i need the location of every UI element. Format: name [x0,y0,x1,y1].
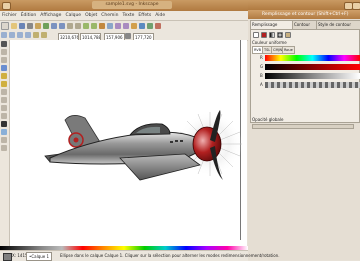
save-icon[interactable] [19,23,25,29]
ellipse-tool-icon[interactable] [1,73,7,79]
select-all-icon[interactable] [1,32,7,38]
flip-horizontal-icon[interactable] [17,32,23,38]
pen-tool-icon[interactable] [1,105,7,111]
pencil-tool-icon[interactable] [1,97,7,103]
text-icon[interactable] [139,23,145,29]
export-icon[interactable] [43,23,49,29]
zoom-tool-icon[interactable] [1,57,7,63]
channel-b-slider[interactable] [265,73,360,79]
ungroup-icon[interactable] [123,23,129,29]
paint-mode-buttons [252,31,312,38]
status-message: Ellipse dans le calque Calque 1. Cliquer… [60,253,280,258]
copy-icon[interactable] [67,23,73,29]
dock-window-bar [248,0,360,10]
zoom-out-icon[interactable] [91,23,97,29]
menu-affichage[interactable]: Affichage [38,11,63,20]
paste-icon[interactable] [75,23,81,29]
channel-g-slider[interactable] [265,64,360,70]
fill-stroke-icon[interactable] [131,23,137,29]
tab-stroke-style[interactable]: Style de contour [316,20,360,29]
channel-r-label: R [260,55,263,60]
open-folder-icon[interactable] [11,23,17,29]
channel-b-label: B [260,73,263,78]
menu-chemin[interactable]: Chemin [99,11,120,20]
no-paint-icon[interactable] [253,32,259,38]
menu-aide[interactable]: Aide [153,11,167,20]
zoom-fit-icon[interactable] [99,23,105,29]
lock-ratio-icon[interactable] [125,33,131,39]
zoom-in-icon[interactable] [83,23,89,29]
radial-gradient-icon[interactable] [277,32,283,38]
new-document-icon[interactable] [1,22,9,30]
menu-fichier[interactable]: Fichier [0,11,19,20]
dock-title: Remplissage et contour (Shift+Ctrl+F) [248,10,360,19]
menu-edition[interactable]: Édition [19,11,39,20]
menubar: Fichier Édition Affichage Calque Objet Chemin… [0,11,248,21]
rotate-90-icon[interactable] [9,32,15,38]
tail-insignia-center [73,137,79,143]
import-icon[interactable] [35,23,41,29]
text-tool-icon[interactable] [1,121,7,127]
channel-a-label: A [260,82,263,87]
airplane-illustration [44,110,242,181]
flip-vertical-icon[interactable] [25,32,31,38]
pattern-icon[interactable] [285,32,291,38]
linear-gradient-icon[interactable] [269,32,275,38]
raise-icon[interactable] [33,32,39,38]
node-tool-icon[interactable] [1,49,7,55]
close-button[interactable] [352,2,360,10]
channel-a-slider[interactable] [265,82,360,88]
channel-g-label: G [260,64,264,69]
window-title: sample1.svg - Inkscape [92,1,172,9]
lower-icon[interactable] [41,32,47,38]
tab-fill[interactable]: Remplissage [250,20,294,29]
flat-color-icon[interactable] [261,32,267,38]
rectangle-tool-icon[interactable] [1,65,7,71]
main-wing [119,153,201,181]
master-opacity-label: Opacité globale [252,117,284,122]
undo-icon[interactable] [51,23,57,29]
spiral-tool-icon[interactable] [1,89,7,95]
menu-calque[interactable]: Calque [63,11,83,20]
fill-stroke-dock: Remplissage et contour (Shift+Ctrl+F) Re… [248,0,360,260]
menu-texte[interactable]: Texte [121,11,137,20]
print-icon[interactable] [27,23,33,29]
calligraphy-tool-icon[interactable] [1,113,7,119]
channel-r-slider[interactable] [265,55,360,61]
align-icon[interactable] [147,23,153,29]
subtab-wheel[interactable]: Roue [282,46,295,54]
master-opacity-slider[interactable] [252,124,354,129]
duplicate-icon[interactable] [107,23,113,29]
xml-editor-icon[interactable] [155,23,161,29]
status-bar: X: 1415 •Calque 1 Ellipse dans le calque… [0,250,280,261]
drawing-canvas[interactable] [10,40,247,248]
tool-palette [0,40,10,252]
redo-icon[interactable] [59,23,65,29]
menu-objet[interactable]: Objet [83,11,99,20]
window-menu-icon[interactable] [2,2,11,10]
star-tool-icon[interactable] [1,81,7,87]
group-icon[interactable] [115,23,121,29]
dropper-tool-icon[interactable] [1,145,7,151]
flat-color-label: Couleur uniforme [252,40,287,45]
gradient-tool-icon[interactable] [1,129,7,135]
connector-tool-icon[interactable] [1,137,7,143]
selector-tool-icon[interactable] [1,41,7,47]
menu-effets[interactable]: Effets [136,11,153,20]
tab-stroke-paint[interactable]: Contour [292,20,318,29]
